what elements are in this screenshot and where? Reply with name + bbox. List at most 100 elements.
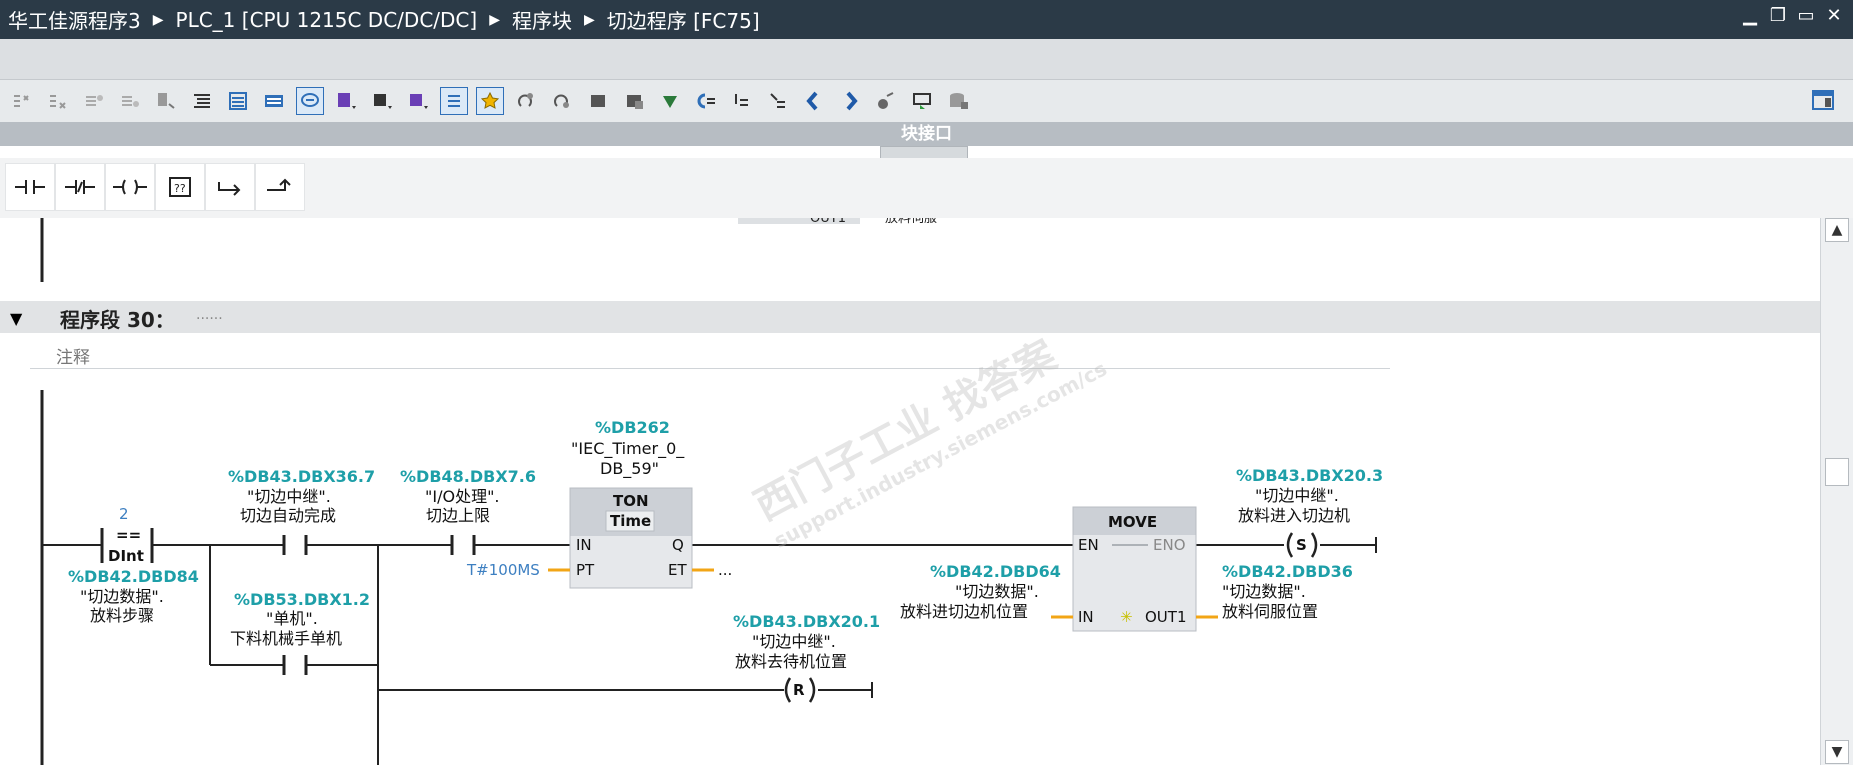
reset-coil[interactable]: R %DB43.DBX20.1 "切边中继". 放料去待机位置 <box>733 612 880 703</box>
goto-error-icon[interactable] <box>512 87 540 115</box>
contact-no-button[interactable] <box>5 163 55 211</box>
segment-title: 程序段 30： <box>60 308 175 332</box>
contact3-address[interactable]: %DB48.DBX7.6 <box>400 467 536 486</box>
timer-pt-value[interactable]: T#100MS <box>466 561 540 579</box>
menu-bar <box>0 39 1853 80</box>
segment-header[interactable]: ▼ 程序段 30： ...... <box>0 301 1820 333</box>
abs-symbol-icon[interactable] <box>332 87 360 115</box>
download-icon[interactable] <box>656 87 684 115</box>
segment-title-placeholder[interactable]: ...... <box>196 307 223 323</box>
contact1-address[interactable]: %DB43.DBX36.7 <box>228 467 375 486</box>
set-coil-tag-line2: 放料进入切边机 <box>1238 506 1350 525</box>
set-coil-address[interactable]: %DB43.DBX20.3 <box>1236 466 1383 485</box>
restore-icon[interactable]: ❐ <box>1769 7 1787 25</box>
previous-segment-tail: OUT1 放料伺服 <box>40 218 937 282</box>
empty-box-button[interactable]: ?? <box>155 163 205 211</box>
timer-et-output[interactable]: ... <box>718 561 732 579</box>
compare-address[interactable]: %DB42.DBD84 <box>68 567 199 586</box>
reset-coil-tag-line1: "切边中继". <box>752 632 836 651</box>
contact-no-icon <box>15 180 45 194</box>
timer-subtype[interactable]: Time <box>610 512 651 530</box>
contact-upper-limit[interactable]: %DB48.DBX7.6 "I/O处理". 切边上限 <box>400 467 536 555</box>
ladder-network[interactable]: 2 == DInt %DB42.DBD84 "切边数据". 放料步骤 %DB43… <box>0 335 1820 765</box>
contact1-tag-line1: "切边中继". <box>247 487 331 506</box>
monitor-all-icon[interactable] <box>620 87 648 115</box>
move-in-tag-line1: "切边数据". <box>955 582 1039 601</box>
layout-toggle-icon[interactable] <box>1811 88 1835 116</box>
simulate-icon[interactable] <box>908 87 936 115</box>
close-all-networks-icon[interactable] <box>224 87 252 115</box>
timer-pin-q: Q <box>672 536 684 554</box>
insert-network-icon[interactable] <box>8 87 36 115</box>
delete-network-icon[interactable] <box>44 87 72 115</box>
timer-instance-line2: DB_59" <box>600 459 659 479</box>
scroll-thumb[interactable] <box>1825 458 1849 486</box>
call-structure-icon[interactable] <box>872 87 900 115</box>
contact3-tag-line1: "I/O处理". <box>425 487 500 506</box>
editor-toolbar <box>0 80 1853 122</box>
move-block[interactable]: MOVE EN ENO IN ✳ OUT1 %DB42.DBD64 "切边数据"… <box>900 506 1353 632</box>
move-out-address[interactable]: %DB42.DBD36 <box>1222 562 1353 581</box>
insert-row-icon[interactable] <box>80 87 108 115</box>
operand-display-icon[interactable] <box>404 87 432 115</box>
move-in-tag-line2: 放料进切边机位置 <box>900 602 1028 621</box>
comment-toggle-icon[interactable] <box>296 87 324 115</box>
move-add-output-icon[interactable]: ✳ <box>1120 608 1133 626</box>
branch-open-button[interactable] <box>205 163 255 211</box>
move-out-tag-line2: 放料伺服位置 <box>1222 602 1318 621</box>
ton-timer-block[interactable]: %DB262 "IEC_Timer_0_ DB_59" TON Time IN … <box>466 418 732 589</box>
crumb-plc[interactable]: PLC_1 [CPU 1215C DC/DC/DC] <box>176 8 478 32</box>
branch-close-button[interactable] <box>255 163 305 211</box>
reset-coil-address[interactable]: %DB43.DBX20.1 <box>733 612 880 631</box>
vertical-scrollbar[interactable]: ▲ ▼ <box>1820 218 1853 765</box>
database-icon[interactable] <box>944 87 972 115</box>
block-interface-bar[interactable]: 块接口 <box>0 122 1853 146</box>
set-coil[interactable]: S %DB43.DBX20.3 "切边中继". 放料进入切边机 <box>1236 466 1383 558</box>
compare-value[interactable]: 2 <box>119 505 129 523</box>
compare-type[interactable]: DInt <box>108 547 144 565</box>
favorites-icon[interactable] <box>476 87 504 115</box>
monitor-icon[interactable] <box>584 87 612 115</box>
close-icon[interactable]: ✕ <box>1825 7 1843 25</box>
compare-contact[interactable]: 2 == DInt %DB42.DBD84 "切边数据". 放料步骤 <box>68 505 199 625</box>
contact-single-machine[interactable]: %DB53.DBX1.2 "单机". 下料机械手单机 <box>230 590 370 675</box>
move-in-address[interactable]: %DB42.DBD64 <box>930 562 1061 581</box>
open-all-networks-icon[interactable] <box>188 87 216 115</box>
chevron-right-icon: ▶ <box>489 11 500 28</box>
crumb-project[interactable]: 华工佳源程序3 <box>8 5 141 34</box>
tag-list-icon[interactable] <box>440 87 468 115</box>
compare-tag-line2: 放料步骤 <box>90 606 154 625</box>
contact-nc-button[interactable] <box>55 163 105 211</box>
branch-close-icon <box>267 178 291 191</box>
crumb-fc[interactable]: 切边程序 [FC75] <box>607 5 760 34</box>
coil-button[interactable] <box>105 163 155 211</box>
indent-icon[interactable] <box>728 87 756 115</box>
append-row-icon[interactable] <box>116 87 144 115</box>
move-out-tag-line1: "切边数据". <box>1222 582 1306 601</box>
crumb-blocks[interactable]: 程序块 <box>512 5 572 34</box>
tag-info-icon[interactable] <box>368 87 396 115</box>
scroll-up-arrow-icon[interactable]: ▲ <box>1825 218 1849 242</box>
move-pin-eno: ENO <box>1153 536 1186 554</box>
outdent-icon[interactable] <box>764 87 792 115</box>
empty-box-icon: ?? <box>169 177 191 197</box>
minimize-icon[interactable]: ▁ <box>1741 7 1759 25</box>
timer-db-address[interactable]: %DB262 <box>595 418 670 437</box>
network-comments-icon[interactable] <box>260 87 288 115</box>
svg-text:??: ?? <box>174 182 186 195</box>
lad-editor[interactable]: OUT1 放料伺服 ▼ 程序段 30： ...... 注释 2 == DInt … <box>0 218 1820 765</box>
goto-next-error-icon[interactable] <box>548 87 576 115</box>
next-segment-icon[interactable] <box>836 87 864 115</box>
collapse-triangle-icon[interactable]: ▼ <box>10 309 22 328</box>
coil-icon <box>113 179 147 195</box>
maximize-icon[interactable]: ▭ <box>1797 7 1815 25</box>
scroll-down-arrow-icon[interactable]: ▼ <box>1825 740 1849 764</box>
contact-auto-complete[interactable]: %DB43.DBX36.7 "切边中继". 切边自动完成 <box>228 467 375 555</box>
prev-out-tag: 放料伺服 <box>885 218 937 226</box>
contact2-address[interactable]: %DB53.DBX1.2 <box>234 590 370 609</box>
jump-back-icon[interactable] <box>692 87 720 115</box>
contact3-tag-line2: 切边上限 <box>426 506 490 525</box>
network-compare-icon[interactable] <box>152 87 180 115</box>
prev-out1-label: OUT1 <box>810 218 846 226</box>
previous-segment-icon[interactable] <box>800 87 828 115</box>
